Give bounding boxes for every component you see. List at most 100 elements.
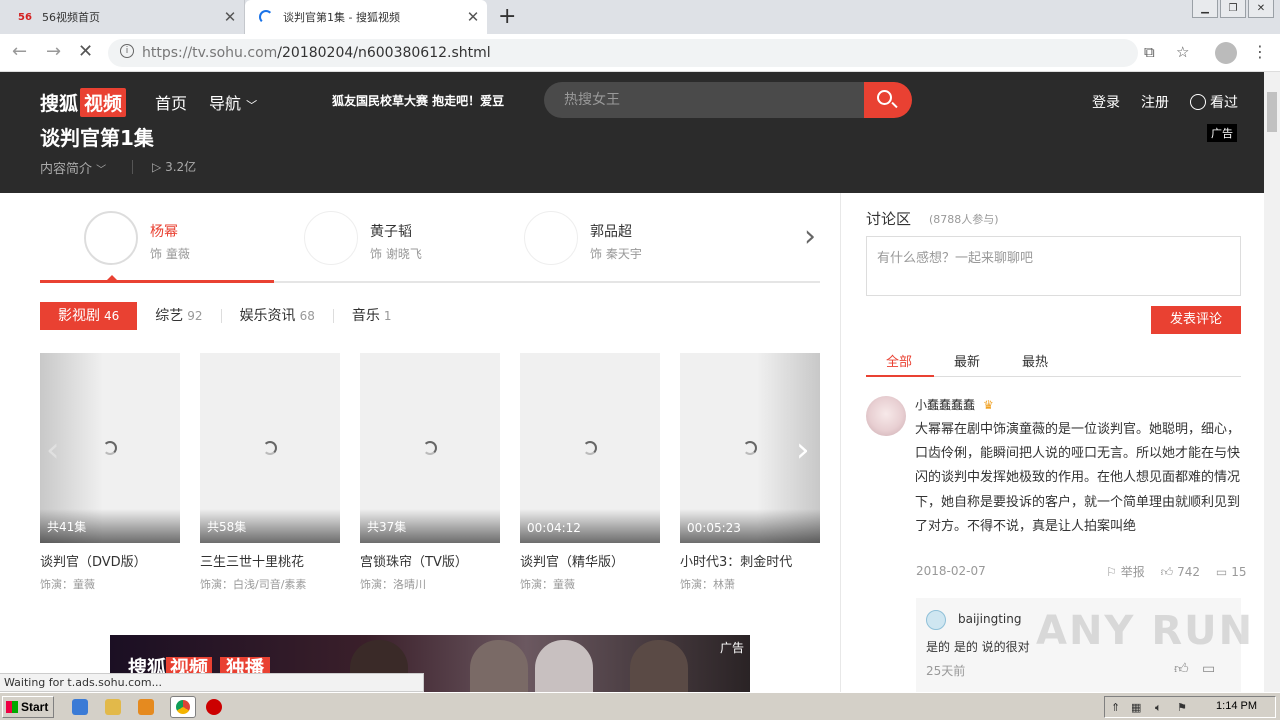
tab-hottest[interactable]: 最热 xyxy=(1022,351,1048,370)
close-tab-icon[interactable]: ✕ xyxy=(459,8,487,26)
chevron-right-icon[interactable]: › xyxy=(804,219,816,254)
minimize-button[interactable]: ▁ xyxy=(1192,0,1218,18)
report-icon[interactable]: ⚐ xyxy=(1106,565,1117,579)
report-button[interactable]: 举报 xyxy=(1121,565,1145,579)
video-thumbnail[interactable]: 共41集 xyxy=(40,353,180,543)
url-input[interactable]: i https://tv.sohu.com/20180204/n60038061… xyxy=(108,39,1189,67)
alert-app-icon[interactable] xyxy=(206,699,222,715)
video-title[interactable]: 谈判官（精华版） xyxy=(520,551,660,570)
episode-title: 谈判官第1集 xyxy=(40,126,154,150)
comment-tabs: 全部 最新 最热 xyxy=(866,343,1241,377)
status-bubble: Waiting for t.ads.sohu.com... xyxy=(0,673,424,692)
tab-dramas[interactable]: 影视剧 46 xyxy=(40,302,138,330)
nav-guide-menu[interactable]: 导航 ﹀ xyxy=(209,90,257,114)
promo-link[interactable]: 狐友国民校草大赛 抱走吧！爱豆 xyxy=(332,92,504,109)
site-header: 搜狐 视频 首页 导航 ﹀ 狐友国民校草大赛 抱走吧！爱豆 热搜女王 登录 注册 … xyxy=(0,72,1280,130)
selected-caret xyxy=(106,275,118,281)
ie-icon[interactable] xyxy=(72,699,88,715)
history-link[interactable]: 看过 xyxy=(1190,92,1238,112)
tab-latest[interactable]: 最新 xyxy=(954,351,980,370)
loading-icon xyxy=(583,441,597,455)
play-icon: ▷ xyxy=(152,160,162,174)
thumbs-up-icon[interactable]: 👍︎ xyxy=(1161,565,1174,579)
post-comment-button[interactable]: 发表评论 xyxy=(1151,306,1241,334)
carousel-next-icon[interactable]: › xyxy=(796,430,810,470)
browser-menu-icon[interactable]: ⋮ xyxy=(1252,42,1268,61)
browser-tab-56[interactable]: 56 56视频首页 ✕ xyxy=(0,0,245,34)
video-carousel: 共41集 谈判官（DVD版） 饰演：童薇 共58集 三生三世十里桃花 饰演：白浅… xyxy=(40,353,820,593)
close-tab-icon[interactable]: ✕ xyxy=(216,8,244,26)
actor-avatar xyxy=(304,211,358,265)
video-thumbnail[interactable]: 共37集 xyxy=(360,353,500,543)
scrollbar-thumb[interactable] xyxy=(1267,92,1277,132)
back-arrow-icon[interactable]: ← xyxy=(12,41,27,62)
translate-icon[interactable]: ⧉ xyxy=(1144,43,1155,61)
video-title[interactable]: 谈判官（DVD版） xyxy=(40,551,180,570)
avatar[interactable] xyxy=(866,396,906,436)
video-thumbnail[interactable]: 共58集 xyxy=(200,353,340,543)
anyrun-watermark: ANY RUN xyxy=(1036,608,1255,654)
search-input[interactable]: 热搜女王 xyxy=(544,82,864,118)
nav-home-link[interactable]: 首页 xyxy=(155,90,187,114)
tray-arrow-icon[interactable]: ⇑ xyxy=(1111,701,1120,714)
video-card[interactable]: 共58集 三生三世十里桃花 饰演：白浅/司音/素素 xyxy=(200,353,340,592)
browser-tab-sohu[interactable]: 谈判官第1集 - 搜狐视频 ✕ xyxy=(245,0,487,34)
site-info-icon[interactable]: i xyxy=(120,44,134,58)
video-thumbnail[interactable]: 00:04:12 xyxy=(520,353,660,543)
tab-music[interactable]: 音乐 1 xyxy=(334,302,410,330)
address-bar: ← → ✕ i https://tv.sohu.com/20180204/n60… xyxy=(0,34,1280,72)
bookmark-star-icon[interactable]: ☆ xyxy=(1176,43,1189,61)
video-card[interactable]: 00:05:23 小时代3：刺金时代 饰演：林萧 xyxy=(680,353,820,592)
favicon-56-icon: 56 xyxy=(18,11,32,23)
chrome-taskbar-button[interactable] xyxy=(170,696,196,718)
reply-date: 25天前 xyxy=(926,664,966,678)
forward-arrow-icon[interactable]: → xyxy=(46,41,61,62)
video-cast: 饰演：林萧 xyxy=(680,578,735,591)
reply-icon[interactable]: ▭ xyxy=(1216,565,1227,579)
video-title[interactable]: 小时代3：刺金时代 xyxy=(680,551,820,570)
loading-icon xyxy=(423,441,437,455)
loading-spinner-icon xyxy=(259,10,273,24)
tab-variety[interactable]: 综艺 92 xyxy=(137,302,220,330)
carousel-prev-icon[interactable]: ‹ xyxy=(46,430,60,470)
flag-icon[interactable]: ⚑ xyxy=(1177,701,1187,714)
profile-avatar-icon[interactable] xyxy=(1215,42,1237,64)
sohu-video-logo[interactable]: 搜狐 视频 xyxy=(40,88,127,117)
network-icon[interactable]: ▦ xyxy=(1131,701,1141,714)
banner-person-image xyxy=(535,640,593,692)
maximize-button[interactable]: ❐ xyxy=(1220,0,1246,18)
video-card[interactable]: 共41集 谈判官（DVD版） 饰演：童薇 xyxy=(40,353,180,592)
video-title[interactable]: 三生三世十里桃花 xyxy=(200,551,340,570)
tab-all[interactable]: 全部 xyxy=(886,351,912,370)
comment-user[interactable]: 小蠢蠢蠢蠢 ♛ xyxy=(915,396,994,413)
comment-text: 大幂幂在剧中饰演童薇的是一位谈判官。她聪明，细心，口齿伶俐，能瞬间把人说的哑口无… xyxy=(915,422,1241,534)
page-scrollbar[interactable] xyxy=(1264,72,1280,692)
start-button[interactable]: Start xyxy=(2,696,54,718)
stop-loading-icon[interactable]: ✕ xyxy=(78,41,93,62)
comment-input[interactable]: 有什么感想？一起来聊聊吧 xyxy=(866,236,1241,296)
ad-label: 广告 xyxy=(1207,124,1237,142)
folder-icon[interactable] xyxy=(105,699,121,715)
video-title[interactable]: 宫锁珠帘（TV版） xyxy=(360,551,500,570)
clock: 1:14 PM xyxy=(1216,700,1257,712)
login-link[interactable]: 登录 xyxy=(1092,92,1120,112)
reply-icon[interactable]: ▭ xyxy=(1202,661,1215,677)
thumbs-up-icon[interactable]: 👍︎ xyxy=(1174,661,1189,677)
video-card[interactable]: 共37集 宫锁珠帘（TV版） 饰演：洛晴川 xyxy=(360,353,500,592)
register-link[interactable]: 注册 xyxy=(1141,92,1169,112)
video-card[interactable]: 00:04:12 谈判官（精华版） 饰演：童薇 xyxy=(520,353,660,592)
close-window-button[interactable]: ✕ xyxy=(1248,0,1274,18)
search-button[interactable] xyxy=(864,82,912,118)
tab-entertainment-news[interactable]: 娱乐资讯 68 xyxy=(222,302,333,330)
new-tab-button[interactable]: + xyxy=(498,4,516,29)
loading-icon xyxy=(103,441,117,455)
avatar[interactable] xyxy=(926,610,946,630)
volume-icon[interactable]: 🔈︎ xyxy=(1155,701,1162,715)
comment-date: 2018-02-07 xyxy=(916,564,986,578)
actor-avatar xyxy=(524,211,578,265)
media-player-icon[interactable] xyxy=(138,699,154,715)
video-cast: 饰演：洛晴川 xyxy=(360,578,426,591)
reply-user[interactable]: baijingting xyxy=(958,612,1021,626)
intro-toggle[interactable]: 内容简介 ﹀ xyxy=(40,158,106,177)
chevron-down-icon: ﹀ xyxy=(96,165,107,176)
